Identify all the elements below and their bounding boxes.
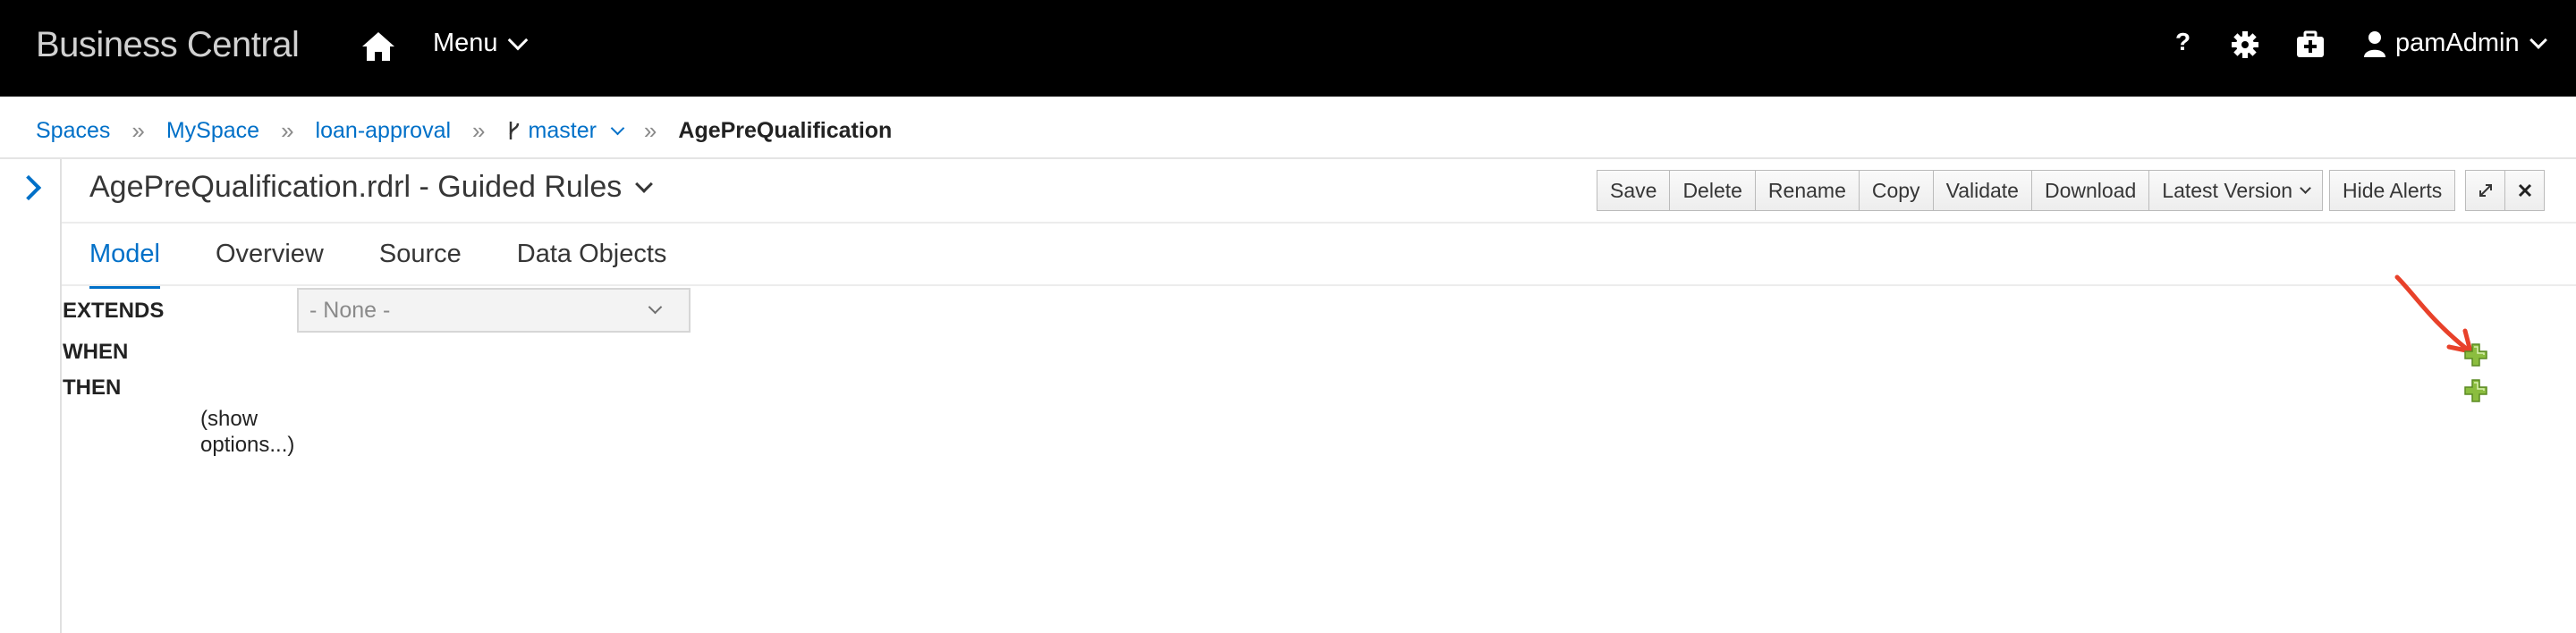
then-label: THEN: [63, 376, 122, 400]
brand-logo[interactable]: Business Central: [36, 25, 300, 65]
breadcrumb-separator: »: [131, 116, 145, 144]
editor-toolbar: Save Delete Rename Copy Validate Downloa…: [1597, 170, 2324, 211]
breadcrumb: Spaces » MySpace » loan-approval » maste…: [36, 113, 892, 148]
help-button[interactable]: ?: [2175, 28, 2190, 56]
chevron-down-icon: [610, 121, 625, 135]
chevron-down-icon: [635, 174, 654, 193]
breadcrumb-space[interactable]: MySpace: [166, 118, 259, 144]
editor-title: AgePreQualification.rdrl - Guided Rules: [89, 170, 623, 204]
branch-selector[interactable]: master: [507, 117, 625, 144]
extends-select[interactable]: - None -: [297, 288, 691, 333]
show-options-link[interactable]: (show options...): [200, 406, 317, 458]
delete-button[interactable]: Delete: [1669, 170, 1756, 211]
menu-label: Menu: [433, 29, 498, 57]
breadcrumb-separator: »: [643, 116, 657, 144]
tab-data-objects[interactable]: Data Objects: [517, 240, 667, 289]
user-name: pamAdmin: [2395, 29, 2520, 57]
user-menu[interactable]: pamAdmin: [2363, 29, 2547, 58]
top-navbar: Business Central Menu ? pamAdmin: [0, 0, 2576, 97]
breadcrumb-project[interactable]: loan-approval: [316, 118, 452, 144]
chevron-down-icon: [507, 30, 528, 50]
maximize-icon[interactable]: [2465, 170, 2505, 211]
save-button[interactable]: Save: [1597, 170, 1671, 211]
breadcrumb-current: AgePreQualification: [678, 117, 893, 143]
briefcase-icon[interactable]: [2294, 29, 2326, 61]
tab-source[interactable]: Source: [379, 240, 462, 289]
version-label: Latest Version: [2162, 178, 2293, 202]
chevron-down-icon: [648, 300, 663, 315]
branch-icon: [509, 122, 519, 139]
chevron-right-icon[interactable]: [15, 174, 42, 201]
add-action-plus-icon[interactable]: [2464, 379, 2487, 402]
version-dropdown[interactable]: Latest Version: [2148, 170, 2324, 211]
editor-tabs: Model Overview Source Data Objects: [89, 240, 722, 289]
chevron-down-icon: [2529, 30, 2547, 49]
gear-icon[interactable]: [2229, 29, 2261, 61]
extends-label: EXTENDS: [63, 299, 165, 323]
extends-value: - None -: [309, 297, 391, 323]
breadcrumb-spaces[interactable]: Spaces: [36, 118, 110, 144]
close-icon[interactable]: [2504, 170, 2545, 211]
add-condition-plus-icon[interactable]: [2464, 343, 2487, 367]
tab-model[interactable]: Model: [89, 240, 160, 289]
window-controls: [2465, 170, 2545, 211]
validate-button[interactable]: Validate: [1932, 170, 2032, 211]
side-panel: [0, 159, 62, 633]
when-label: WHEN: [63, 340, 129, 364]
breadcrumb-separator: »: [472, 116, 486, 144]
home-icon[interactable]: [360, 30, 396, 63]
editor-title-dropdown[interactable]: AgePreQualification.rdrl - Guided Rules: [89, 170, 654, 205]
divider: [0, 157, 2576, 159]
divider: [62, 284, 2576, 286]
alerts-toolbar: Hide Alerts: [2329, 170, 2456, 211]
hide-alerts-button[interactable]: Hide Alerts: [2329, 170, 2456, 211]
rename-button[interactable]: Rename: [1754, 170, 1860, 211]
user-icon: [2364, 30, 2385, 57]
breadcrumb-separator: »: [281, 116, 294, 144]
divider: [62, 222, 2576, 224]
download-button[interactable]: Download: [2030, 170, 2150, 211]
tab-overview[interactable]: Overview: [216, 240, 324, 289]
menu-dropdown[interactable]: Menu: [433, 29, 528, 58]
branch-name: master: [528, 117, 597, 143]
copy-button[interactable]: Copy: [1858, 170, 1934, 211]
chevron-down-icon: [2300, 182, 2311, 194]
